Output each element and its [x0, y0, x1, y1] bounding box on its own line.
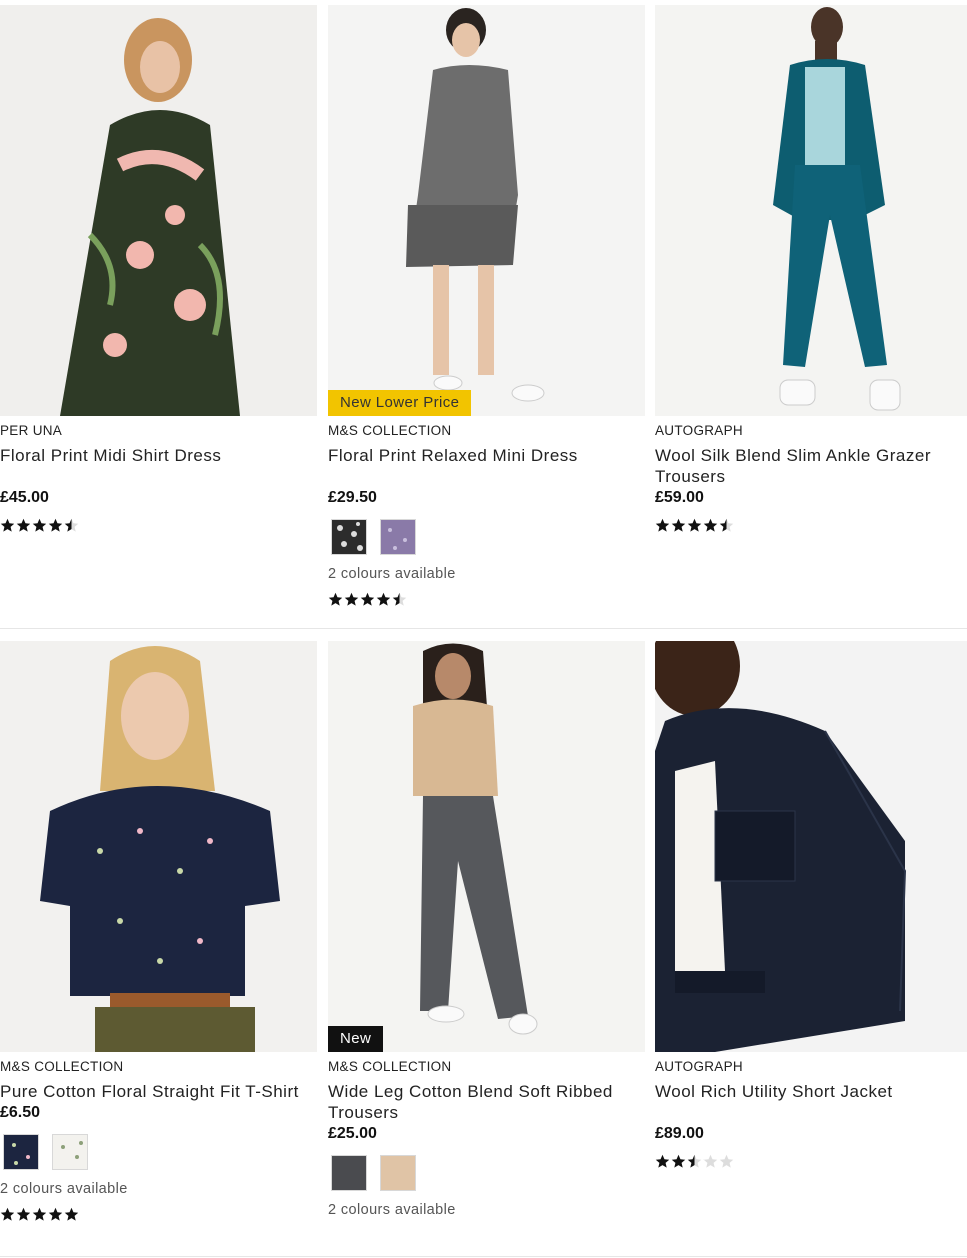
star-half-icon [687, 1154, 702, 1168]
rating-stars [655, 1153, 967, 1169]
product-price: £59.00 [655, 489, 704, 506]
colour-swatch-purple[interactable] [380, 519, 416, 555]
star-filled-icon [360, 592, 375, 606]
star-filled-icon [0, 1207, 15, 1221]
star-filled-icon [48, 1207, 63, 1221]
star-filled-icon [32, 518, 47, 532]
product-card[interactable]: PER UNA Floral Print Midi Shirt Dress £4… [0, 5, 317, 533]
product-card[interactable]: AUTOGRAPH Wool Silk Blend Slim Ankle Gra… [655, 5, 967, 533]
product-brand: AUTOGRAPH [655, 1059, 743, 1074]
product-title[interactable]: Pure Cotton Floral Straight Fit T-Shirt [0, 1081, 317, 1102]
model-photo-utility-jacket [655, 641, 967, 1052]
colour-swatch-camel[interactable] [380, 1155, 416, 1191]
model-photo-wide-leg-trousers [328, 641, 645, 1052]
star-filled-icon [703, 518, 718, 532]
colour-swatches [331, 1155, 645, 1191]
rating-stars [655, 517, 967, 533]
model-photo-mini-dress [328, 5, 645, 416]
product-price: £45.00 [0, 489, 49, 506]
product-brand: M&S COLLECTION [328, 1059, 452, 1074]
star-filled-icon [655, 1154, 670, 1168]
colour-swatch-navy[interactable] [3, 1134, 39, 1170]
product-image[interactable]: New Lower Price [328, 5, 645, 416]
star-filled-icon [48, 518, 63, 532]
colours-available: 2 colours available [328, 566, 456, 582]
product-title[interactable]: Wool Rich Utility Short Jacket [655, 1081, 967, 1123]
product-price: £29.50 [328, 489, 377, 506]
star-filled-icon [64, 1207, 79, 1221]
product-title[interactable]: Floral Print Midi Shirt Dress [0, 445, 317, 487]
star-filled-icon [16, 518, 31, 532]
model-photo-teal-suit [655, 5, 967, 416]
colour-swatch-white[interactable] [52, 1134, 88, 1170]
product-brand: PER UNA [0, 423, 63, 438]
star-half-icon [719, 518, 734, 532]
star-filled-icon [671, 1154, 686, 1168]
product-card[interactable]: M&S COLLECTION Pure Cotton Floral Straig… [0, 641, 317, 1222]
product-price: £25.00 [328, 1125, 377, 1142]
star-empty-icon [703, 1154, 718, 1168]
product-image[interactable]: New [328, 641, 645, 1052]
rating-stars [0, 517, 317, 533]
product-image[interactable] [655, 5, 967, 416]
colours-available: 2 colours available [328, 1202, 456, 1218]
star-filled-icon [655, 518, 670, 532]
product-card[interactable]: New M&S COLLECTION Wide Leg Cotton Blend… [328, 641, 645, 1219]
colour-swatch-grey[interactable] [331, 1155, 367, 1191]
star-filled-icon [376, 592, 391, 606]
star-filled-icon [671, 518, 686, 532]
product-card[interactable]: New Lower Price M&S COLLECTION Floral Pr… [328, 5, 645, 607]
product-brand: M&S COLLECTION [0, 1059, 124, 1074]
colour-swatch-monochrome[interactable] [331, 519, 367, 555]
model-photo-floral-midi-dress [0, 5, 317, 416]
rating-stars [328, 591, 645, 607]
star-half-icon [64, 518, 79, 532]
new-lower-price-badge: New Lower Price [328, 390, 472, 416]
product-title[interactable]: Floral Print Relaxed Mini Dress [328, 445, 645, 487]
product-price: £6.50 [0, 1104, 41, 1121]
row-divider [0, 628, 967, 629]
product-title[interactable]: Wide Leg Cotton Blend Soft Ribbed Trouse… [328, 1081, 645, 1123]
product-price: £89.00 [655, 1125, 704, 1142]
star-empty-icon [719, 1154, 734, 1168]
colours-available: 2 colours available [0, 1181, 128, 1197]
star-half-icon [392, 592, 407, 606]
product-card[interactable]: AUTOGRAPH Wool Rich Utility Short Jacket… [655, 641, 967, 1169]
star-filled-icon [344, 592, 359, 606]
product-image[interactable] [655, 641, 967, 1052]
star-filled-icon [32, 1207, 47, 1221]
product-image[interactable] [0, 5, 317, 416]
row-divider [0, 1256, 967, 1257]
product-image[interactable] [0, 641, 317, 1052]
colour-swatches [3, 1134, 317, 1170]
colour-swatches [331, 519, 645, 555]
new-badge: New [328, 1026, 384, 1052]
star-filled-icon [687, 518, 702, 532]
rating-stars [0, 1206, 317, 1222]
product-brand: M&S COLLECTION [328, 423, 452, 438]
star-filled-icon [328, 592, 343, 606]
product-title[interactable]: Wool Silk Blend Slim Ankle Grazer Trouse… [655, 445, 967, 487]
model-photo-navy-tshirt [0, 641, 317, 1052]
product-brand: AUTOGRAPH [655, 423, 743, 438]
star-filled-icon [0, 518, 15, 532]
star-filled-icon [16, 1207, 31, 1221]
